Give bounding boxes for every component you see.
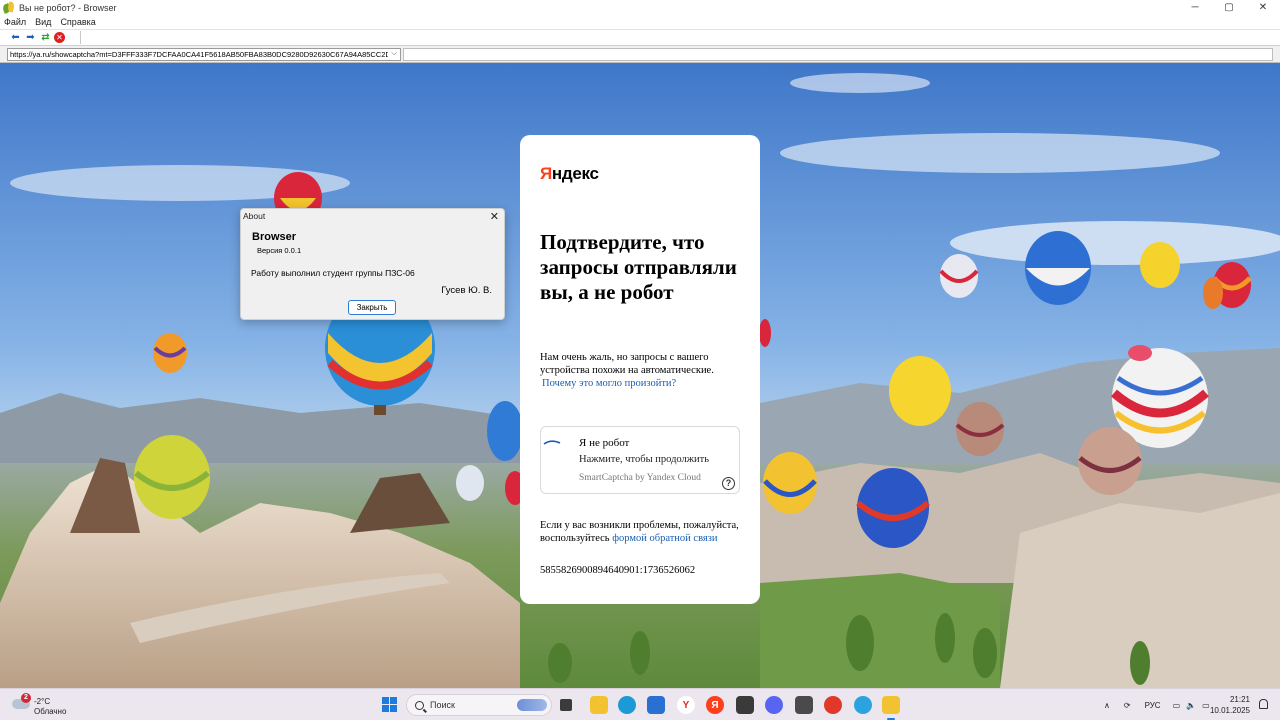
start-button[interactable] [382,697,397,712]
weather-badge: 2 [21,693,31,703]
taskbar-search[interactable]: Поиск [406,694,552,716]
volume-icon[interactable]: 🔈 [1186,701,1196,710]
url-combobox[interactable]: https://ya.ru/showcaptcha?mt=D3FFF333F7D… [7,47,401,61]
task-view-icon[interactable] [560,699,572,711]
system-tray: ∧ ⟳ РУС ▭ 🔈 ▭ [1104,689,1210,721]
chevron-down-icon[interactable]: ⌵ [389,49,399,60]
about-author-name: Гусев Ю. В. [441,285,492,296]
captcha-description: Нам очень жаль, но запросы с вашего устр… [540,352,714,376]
menu-bar: Файл Вид Справка [0,15,1280,29]
store-icon[interactable] [647,696,665,714]
search-placeholder: Поиск [430,700,455,710]
yandex-logo[interactable]: Яндекс [540,164,599,184]
language-indicator[interactable]: РУС [1145,701,1161,710]
captcha-checkbox-hint: Нажмите, чтобы продолжить [579,454,710,465]
request-id: 5855826900894640901:1736526062 [540,565,696,576]
yandex-app-icon[interactable]: Я [706,696,724,714]
weather-temperature: -2°C [34,697,51,706]
address-bar: https://ya.ru/showcaptcha?mt=D3FFF333F7D… [0,46,1280,63]
feedback-link[interactable]: формой обратной связи [612,533,717,544]
menu-view[interactable]: Вид [35,17,51,27]
page-viewport: Яндекс Подтвердите, что запросы отправля… [0,63,1280,688]
captcha-card: Яндекс Подтвердите, что запросы отправля… [520,135,760,604]
clock[interactable]: 21:21 10.01.2025 [1210,694,1250,716]
clock-time: 21:21 [1229,695,1250,704]
about-author-line: Работу выполнил студент группы ПЗС-06 [251,268,415,278]
captcha-checkbox[interactable]: Я не робот Нажмите, чтобы продолжить Sma… [540,426,740,494]
file-explorer-icon[interactable] [590,696,608,714]
refresh-button[interactable]: ⇄ [39,31,52,44]
title-bar: Вы не робот? - Browser ─ ▢ ✕ [0,0,1280,15]
captcha-brand: SmartCaptcha by Yandex Cloud [579,473,701,483]
about-dialog-title: About [243,211,266,221]
about-dialog: About ✕ Browser Версия 0.0.1 Работу выпо… [240,208,505,320]
sync-icon[interactable]: ⟳ [1124,701,1131,710]
windows-logo-icon [382,697,389,704]
close-window-button[interactable]: ✕ [1246,0,1280,15]
search-icon [415,700,424,710]
taskbar: 2 -2°C Облачно Поиск Y Я ∧ ⟳ РУС ▭ 🔈 ▭ 2… [0,688,1280,720]
minimize-button[interactable]: ─ [1178,0,1212,15]
arrow-right-icon: ➡ [26,31,35,43]
maximize-button[interactable]: ▢ [1212,0,1246,15]
telegram-icon[interactable] [854,696,872,714]
stop-button[interactable]: ✕ [54,32,65,43]
yandex-browser-icon[interactable]: Y [677,696,695,714]
menu-help[interactable]: Справка [60,17,95,27]
about-version: Версия 0.0.1 [257,246,302,255]
problem-text: Если у вас возникли проблемы, пожалуйста… [540,520,739,544]
url-input[interactable]: https://ya.ru/showcaptcha?mt=D3FFF333F7D… [8,50,388,59]
window-title: Вы не робот? - Browser [19,2,117,13]
notes-app-icon[interactable] [736,696,754,714]
app-logo-icon [1,0,16,14]
about-close-button[interactable]: Закрыть [348,300,396,315]
discord-icon[interactable] [765,696,783,714]
forward-button[interactable]: ➡ [24,31,37,44]
spinner-icon [543,440,561,445]
media-app-icon[interactable] [795,696,813,714]
edge-icon[interactable] [618,696,636,714]
tray-expand-icon[interactable]: ∧ [1104,701,1110,710]
captcha-checkbox-label: Я не робот [579,437,630,449]
notification-bell-icon[interactable] [1259,699,1268,709]
help-icon[interactable]: ? [722,477,735,490]
weather-description: Облачно [34,707,67,716]
browser-app-icon[interactable] [882,696,900,714]
weather-widget[interactable]: 2 -2°C Облачно [12,693,82,717]
menu-file[interactable]: Файл [4,17,26,27]
close-icon[interactable]: ✕ [490,210,499,223]
chrome-icon[interactable] [824,696,842,714]
refresh-icon: ⇄ [41,31,50,43]
stop-icon: ✕ [56,32,63,42]
clock-date: 10.01.2025 [1209,706,1250,715]
arrow-left-icon: ⬅ [11,31,20,43]
toolbar-divider [80,31,81,44]
page-title: Подтвердите, что запросы отправляли вы, … [540,230,737,304]
why-link[interactable]: Почему это могло произойти? [542,378,676,389]
window-controls: ─ ▢ ✕ [1178,0,1280,15]
battery-icon[interactable]: ▭ [1202,701,1210,710]
about-app-name: Browser [252,231,297,243]
toolbar: ⬅ ➡ ⇄ ✕ [0,29,1280,46]
back-button[interactable]: ⬅ [9,31,22,44]
search-highlight-icon [517,699,547,711]
address-filler [403,47,1273,61]
network-icon[interactable]: ▭ [1173,701,1181,710]
